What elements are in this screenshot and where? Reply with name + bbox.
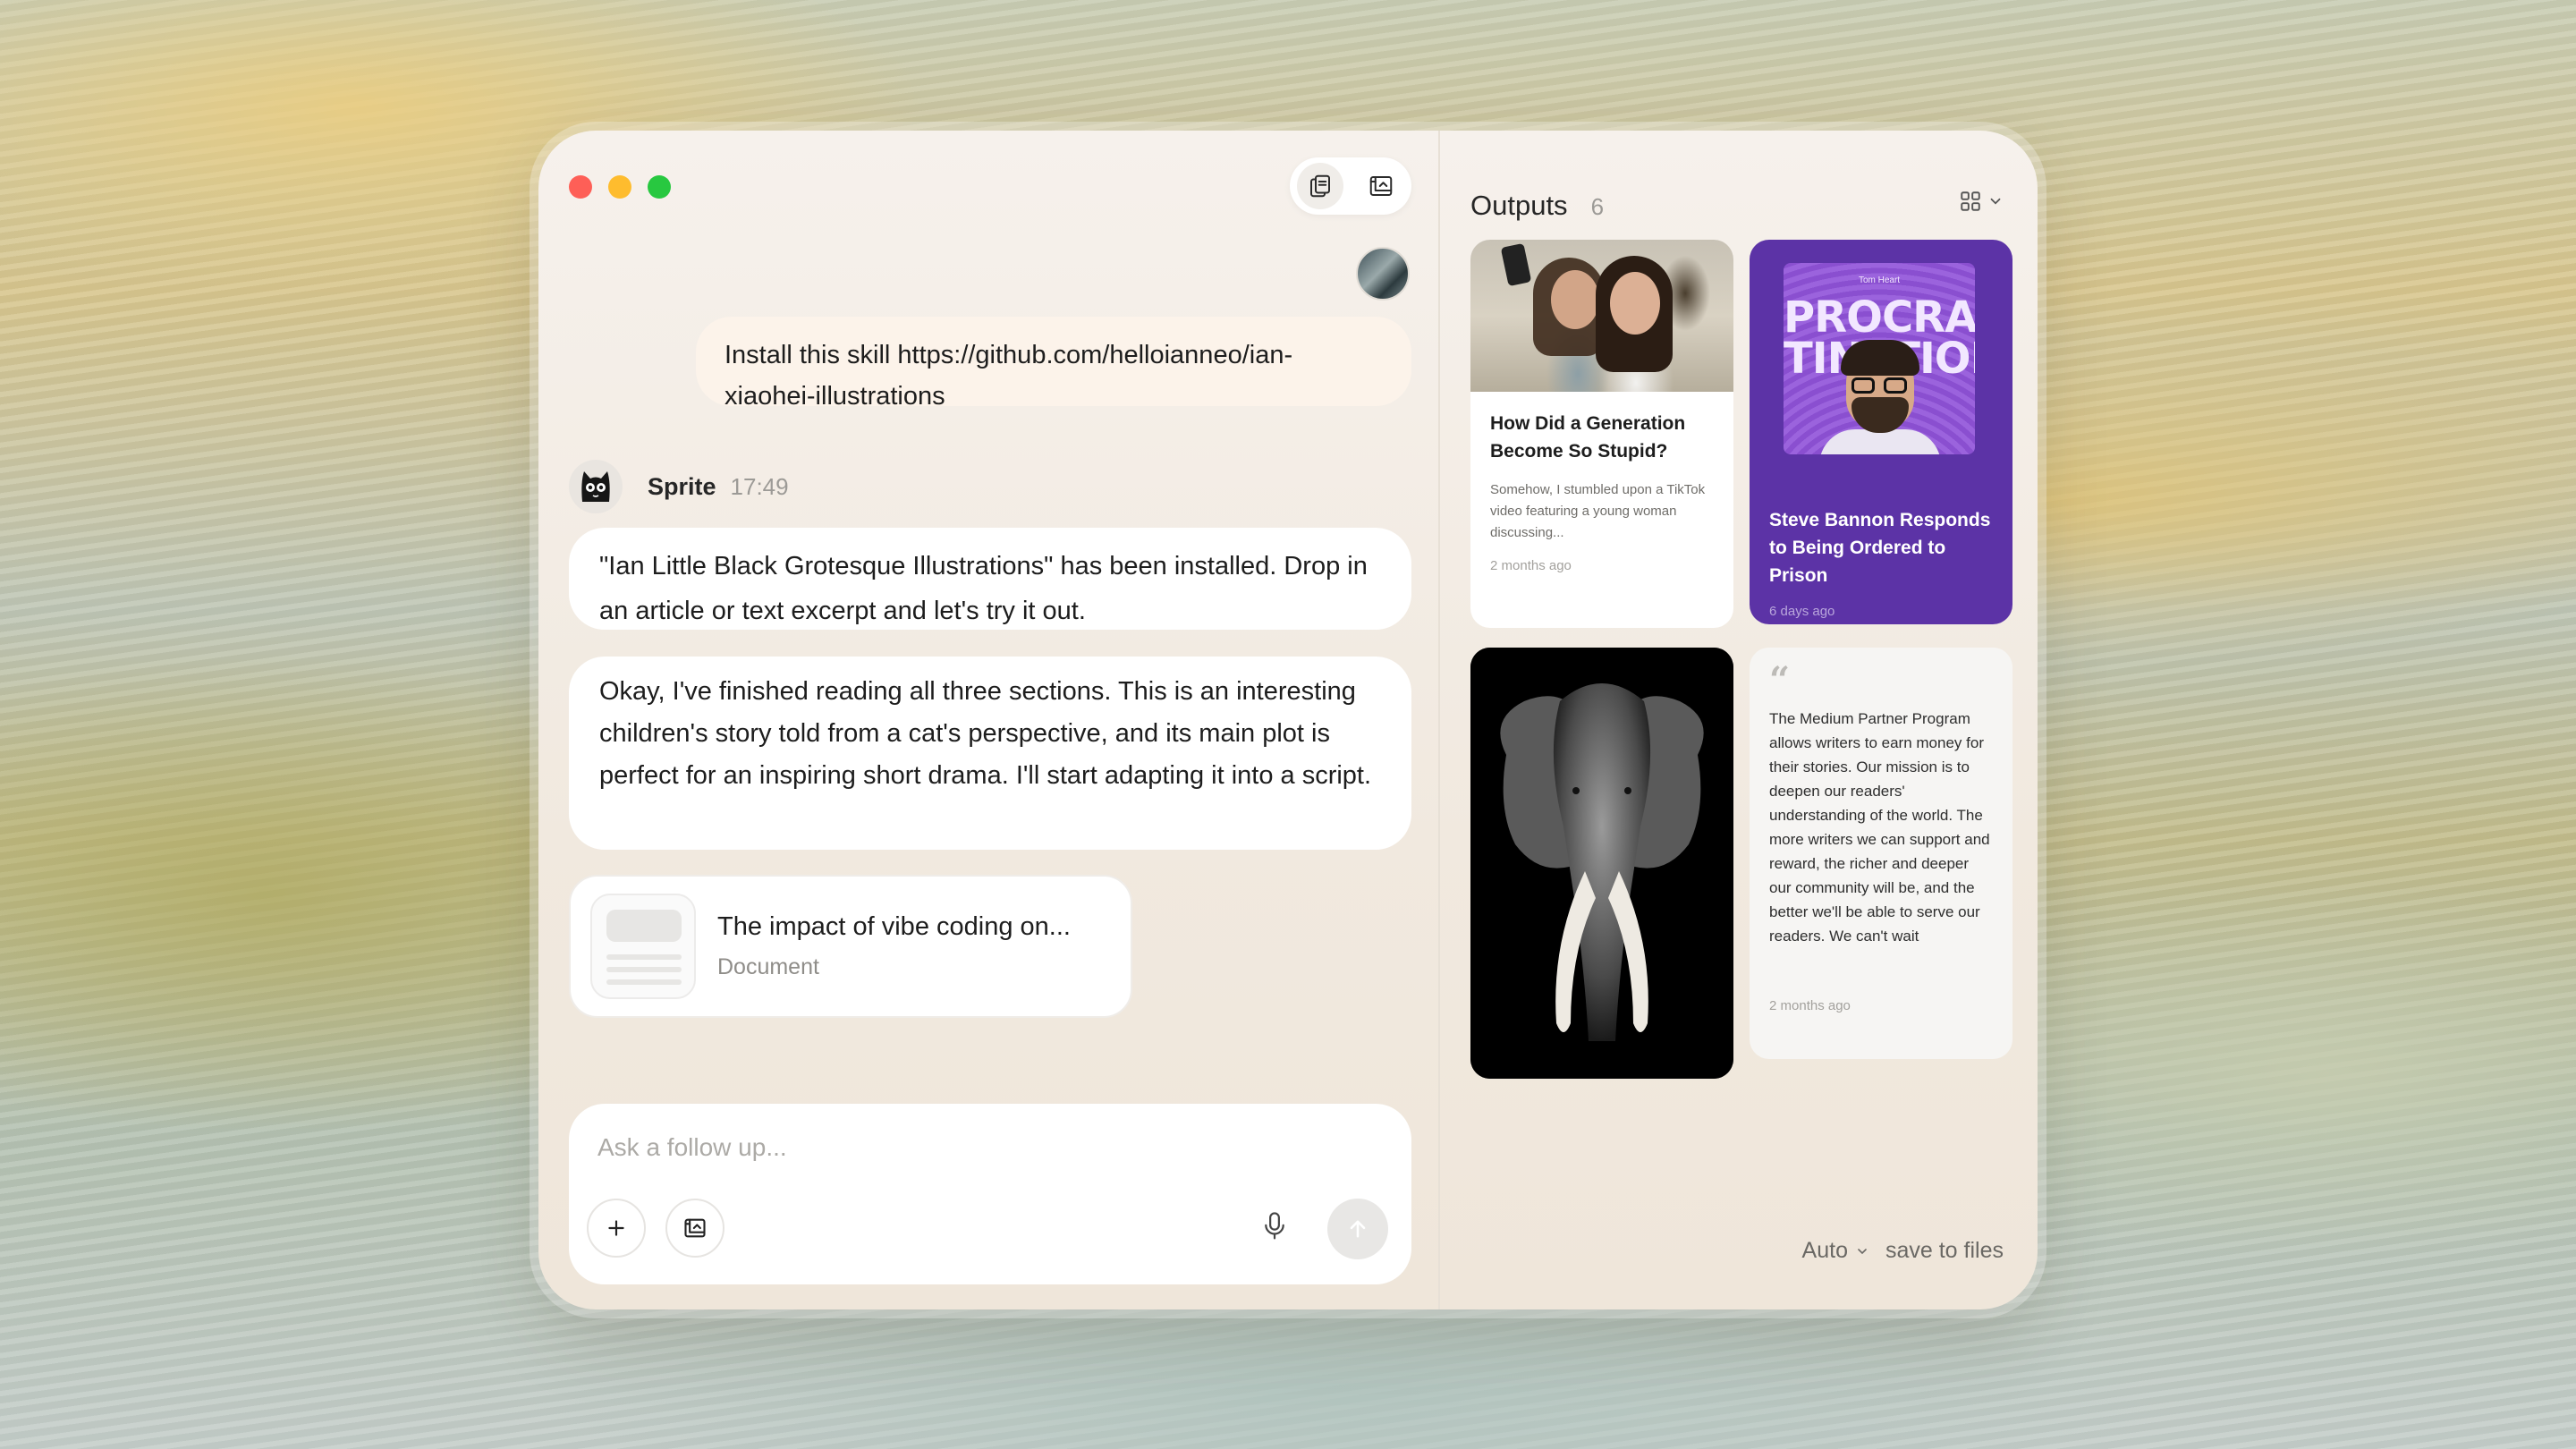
copy-icon <box>1310 174 1330 198</box>
composer <box>569 1104 1411 1284</box>
window-controls <box>569 175 671 199</box>
canvas-icon <box>1369 176 1393 196</box>
zoom-window-button[interactable] <box>648 175 671 199</box>
close-window-button[interactable] <box>569 175 592 199</box>
microphone-icon <box>1265 1212 1284 1240</box>
podcast-cover: Tom Heart PROCRASTINATION <box>1784 263 1975 454</box>
assistant-message: "Ian Little Black Grotesque Illustration… <box>569 528 1411 630</box>
card-quote: The Medium Partner Program allows writer… <box>1769 710 1990 945</box>
app-window: Install this skill https://github.com/he… <box>538 131 2038 1309</box>
outputs-count: 6 <box>1590 193 1605 220</box>
outputs-header: Outputs 6 <box>1470 190 1604 222</box>
outputs-title: Outputs <box>1470 190 1568 221</box>
arrow-up-icon <box>1350 1220 1366 1238</box>
outputs-footer: Auto save to files <box>1802 1238 2004 1264</box>
chevron-down-icon <box>1858 1248 1867 1254</box>
card-title: Steve Bannon Responds to Being Ordered t… <box>1769 510 1991 586</box>
grid-icon <box>1961 191 1980 211</box>
output-card[interactable] <box>1470 648 1733 1079</box>
canvas-tool-button[interactable] <box>665 1199 724 1258</box>
card-timestamp: 2 months ago <box>1490 558 1572 573</box>
user-message: Install this skill https://github.com/he… <box>696 317 1411 411</box>
canvas-view-button[interactable] <box>1358 163 1404 209</box>
podcast-author: Tom Heart <box>1858 275 1901 285</box>
voice-input-button[interactable] <box>1261 1211 1288 1246</box>
plus-icon <box>608 1220 624 1236</box>
copy-view-button[interactable] <box>1297 163 1343 209</box>
assistant-header: Sprite 17:49 <box>569 460 789 513</box>
message-timestamp: 17:49 <box>730 472 789 500</box>
output-card[interactable]: How Did a Generation Become So Stupid? S… <box>1470 240 1733 628</box>
assistant-message: Okay, I've finished reading all three se… <box>569 657 1411 850</box>
document-thumbnail-icon <box>590 894 696 999</box>
card-timestamp: 2 months ago <box>1769 998 1851 1013</box>
save-to-files-button[interactable]: save to files <box>1885 1238 2004 1264</box>
view-switcher <box>1290 157 1411 215</box>
selfie-photo <box>1470 240 1733 392</box>
document-title: The impact of vibe coding on... <box>717 912 1071 941</box>
chevron-down-icon <box>1990 198 2001 205</box>
add-attachment-button[interactable] <box>587 1199 646 1258</box>
card-title: How Did a Generation Become So Stupid? <box>1490 413 1686 462</box>
output-card[interactable]: Tom Heart PROCRASTINATION Steve Bannon R… <box>1750 240 2012 624</box>
follow-up-input[interactable] <box>597 1125 1367 1170</box>
mode-select[interactable]: Auto <box>1802 1238 1869 1264</box>
document-type: Document <box>717 954 819 979</box>
output-card[interactable]: “ The Medium Partner Program allows writ… <box>1750 648 2012 1059</box>
card-timestamp: 6 days ago <box>1769 604 1835 619</box>
quote-icon: “ <box>1769 659 1791 701</box>
elephant-photo <box>1470 648 1733 1079</box>
assistant-name: Sprite <box>648 472 716 500</box>
mode-select-value: Auto <box>1801 1238 1848 1263</box>
send-button[interactable] <box>1327 1199 1388 1259</box>
cat-icon <box>581 471 610 502</box>
panel-divider <box>1438 131 1440 1309</box>
layout-toggle[interactable] <box>1959 190 2004 213</box>
card-excerpt: Somehow, I stumbled upon a TikTok video … <box>1490 482 1706 540</box>
document-attachment[interactable]: The impact of vibe coding on... Document <box>569 875 1132 1018</box>
minimize-window-button[interactable] <box>608 175 631 199</box>
canvas-icon <box>684 1218 706 1238</box>
user-avatar[interactable] <box>1356 247 1410 301</box>
assistant-avatar <box>569 460 623 513</box>
